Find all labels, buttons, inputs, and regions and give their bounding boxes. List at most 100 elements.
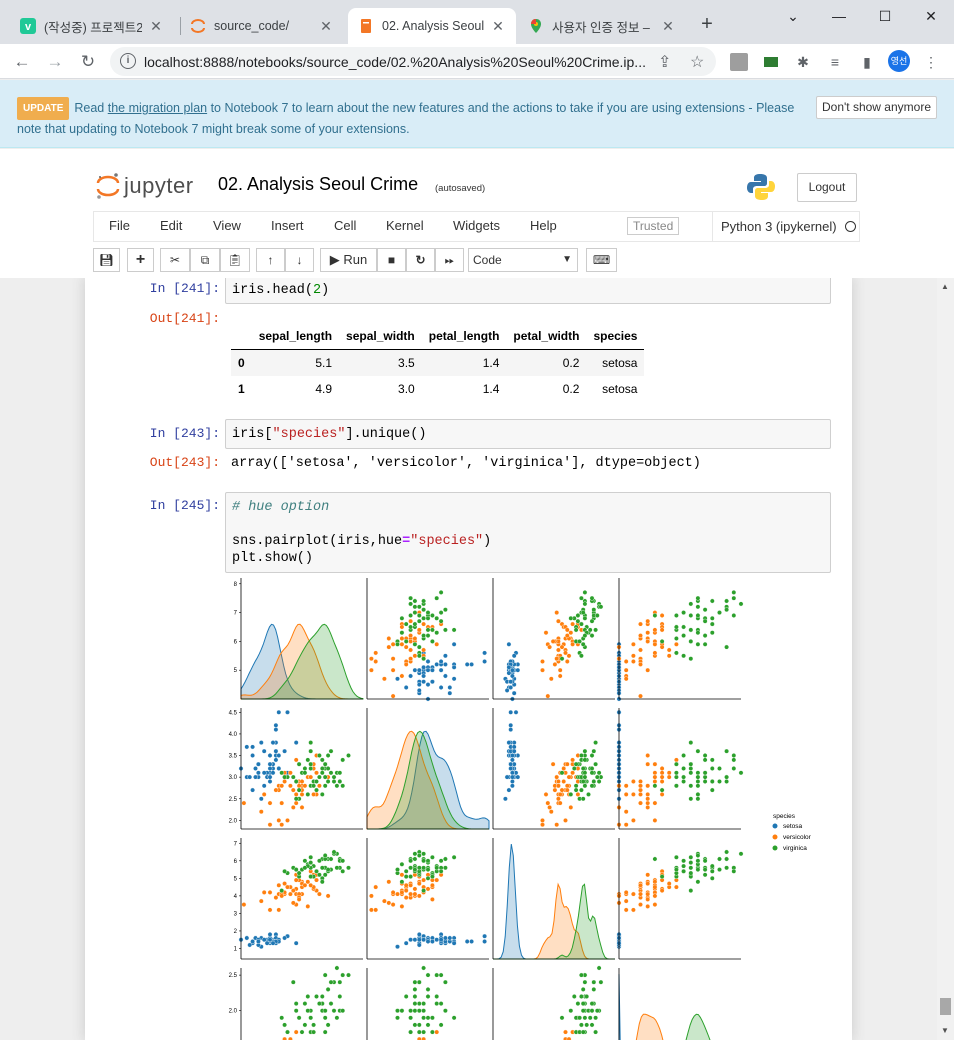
scatter-point-virginica bbox=[305, 994, 311, 999]
scatter-point-virginica bbox=[681, 766, 686, 771]
scatter-point-setosa bbox=[267, 774, 273, 780]
scatter-point-virginica bbox=[589, 1022, 595, 1028]
scatter-point-versicolor bbox=[645, 896, 651, 902]
scatter-point-virginica bbox=[573, 783, 579, 789]
notebook-title[interactable]: 02. Analysis Seoul Crime bbox=[218, 174, 418, 195]
scrollbar-thumb[interactable] bbox=[940, 998, 951, 1015]
scatter-point-virginica bbox=[319, 879, 325, 885]
forward-icon[interactable]: → bbox=[42, 49, 68, 75]
scatter-point-virginica bbox=[673, 624, 679, 630]
scrollbar[interactable]: ▲ ▼ bbox=[937, 278, 954, 1040]
close-icon[interactable]: ✕ bbox=[660, 18, 676, 35]
browser-tab[interactable]: source_code/ ✕ bbox=[180, 8, 344, 44]
browser-tab[interactable]: 사용자 인증 정보 – ✕ bbox=[518, 8, 686, 44]
dont-show-button[interactable]: Don't show anymore bbox=[816, 96, 937, 119]
share-icon[interactable]: ⇪ bbox=[658, 52, 671, 72]
logout-button[interactable]: Logout bbox=[797, 173, 857, 202]
scatter-point-virginica bbox=[346, 972, 351, 978]
jupyter-logo[interactable]: jupyter bbox=[96, 171, 194, 201]
menu-file[interactable]: File bbox=[109, 218, 130, 233]
star-icon[interactable]: ☆ bbox=[690, 52, 704, 72]
run-button[interactable]: ▶ Run bbox=[320, 248, 377, 272]
scatter-point-virginica bbox=[673, 783, 679, 789]
move-down-icon[interactable]: ↓ bbox=[285, 248, 314, 272]
close-icon[interactable]: ✕ bbox=[148, 18, 164, 35]
scatter-point-versicolor bbox=[314, 770, 319, 776]
close-icon[interactable]: ✕ bbox=[490, 18, 506, 35]
scatter-point-versicolor bbox=[543, 791, 549, 797]
menu-widgets[interactable]: Widgets bbox=[453, 218, 500, 233]
sidepanel-icon[interactable]: ▮ bbox=[858, 53, 876, 71]
url-field[interactable]: i localhost:8888/notebooks/source_code/0… bbox=[110, 47, 716, 76]
new-tab-button[interactable]: + bbox=[696, 13, 718, 35]
menu-cell[interactable]: Cell bbox=[334, 218, 356, 233]
maximize-icon[interactable]: ☐ bbox=[862, 4, 908, 28]
scatter-point-setosa bbox=[261, 783, 267, 789]
scatter-point-versicolor bbox=[373, 907, 379, 913]
scatter-point-versicolor bbox=[290, 900, 296, 906]
scroll-down-icon[interactable]: ▼ bbox=[941, 1026, 949, 1035]
kernel-name[interactable]: Python 3 (ipykernel) bbox=[712, 212, 837, 241]
scatter-point-virginica bbox=[659, 787, 665, 793]
screen-icon[interactable] bbox=[762, 53, 780, 71]
scatter-point-virginica bbox=[688, 613, 694, 618]
menu-view[interactable]: View bbox=[213, 218, 241, 233]
scatter-point-virginica bbox=[591, 779, 597, 784]
scatter-point-versicolor bbox=[659, 791, 665, 797]
stop-icon[interactable]: ■ bbox=[377, 248, 406, 272]
scatter-point-virginica bbox=[577, 1015, 582, 1021]
menu-edit[interactable]: Edit bbox=[160, 218, 182, 233]
table-row: 0 5.1 3.5 1.4 0.2 setosa bbox=[231, 349, 645, 376]
scatter-point-virginica bbox=[408, 1008, 414, 1014]
code-cell-input[interactable]: # hue option sns.pairplot(iris,hue="spec… bbox=[225, 492, 831, 573]
keyboard-icon[interactable]: ⌨ bbox=[586, 248, 617, 272]
insert-cell-icon[interactable]: + bbox=[127, 248, 154, 272]
scatter-point-virginica bbox=[709, 621, 715, 627]
extension-avatar-icon[interactable] bbox=[730, 53, 748, 71]
back-icon[interactable]: ← bbox=[9, 49, 35, 75]
kebab-menu-icon[interactable]: ⋮ bbox=[922, 53, 940, 71]
menu-kernel[interactable]: Kernel bbox=[386, 218, 424, 233]
scatter-point-virginica bbox=[403, 874, 409, 879]
cut-icon[interactable]: ✂ bbox=[160, 248, 190, 272]
scatter-point-setosa bbox=[416, 688, 422, 693]
menu-help[interactable]: Help bbox=[530, 218, 557, 233]
scatter-point-virginica bbox=[578, 753, 584, 758]
scatter-point-versicolor bbox=[550, 761, 556, 767]
scatter-point-virginica bbox=[305, 757, 311, 763]
svg-text:v: v bbox=[25, 21, 32, 33]
restart-icon[interactable]: ↻ bbox=[406, 248, 435, 272]
fast-forward-icon[interactable]: ⏩︎ bbox=[435, 248, 464, 272]
browser-tab-active[interactable]: 02. Analysis Seoul C ✕ bbox=[348, 8, 516, 44]
puzzle-icon[interactable]: ✱ bbox=[794, 53, 812, 71]
migration-plan-link[interactable]: the migration plan bbox=[108, 101, 207, 115]
save-icon[interactable]: 💾︎ bbox=[93, 248, 120, 272]
chevron-down-icon[interactable]: ⌄ bbox=[770, 4, 816, 28]
media-icon[interactable]: ≡ bbox=[826, 53, 844, 71]
avatar[interactable]: 영선 bbox=[888, 50, 910, 72]
cell-type-select[interactable]: Code ▼ bbox=[468, 248, 578, 272]
scatter-point-virginica bbox=[322, 1008, 328, 1014]
browser-tab-bar: v (작성중) 프로젝트2 ✕ source_code/ ✕ 02. Analy… bbox=[0, 0, 954, 44]
reload-icon[interactable]: ↻ bbox=[75, 49, 101, 75]
table-cell: 3.0 bbox=[398, 382, 415, 396]
scatter-point-virginica bbox=[416, 644, 422, 650]
minimize-icon[interactable]: — bbox=[816, 4, 862, 28]
window-close-icon[interactable]: ✕ bbox=[908, 4, 954, 28]
pairplot-svg: 5678sepal_length2.02.53.03.54.04.5sepal_… bbox=[214, 578, 812, 1040]
menu-insert[interactable]: Insert bbox=[271, 218, 304, 233]
info-icon[interactable]: i bbox=[120, 53, 136, 69]
copy-icon[interactable]: ⧉ bbox=[190, 248, 220, 272]
paste-icon[interactable]: 📋︎ bbox=[220, 248, 250, 272]
browser-tab[interactable]: v (작성중) 프로젝트2 ✕ bbox=[10, 8, 174, 44]
code-cell-input[interactable]: iris.head(2) bbox=[225, 278, 831, 304]
trusted-indicator[interactable]: Trusted bbox=[627, 217, 680, 235]
scroll-up-icon[interactable]: ▲ bbox=[941, 282, 949, 291]
close-icon[interactable]: ✕ bbox=[318, 18, 334, 35]
move-up-icon[interactable]: ↑ bbox=[256, 248, 285, 272]
scatter-point-virginica bbox=[582, 1015, 588, 1021]
scatter-point-versicolor bbox=[563, 650, 568, 656]
scatter-point-versicolor bbox=[570, 770, 575, 776]
scatter-point-virginica bbox=[331, 774, 337, 780]
code-cell-input[interactable]: iris["species"].unique() bbox=[225, 419, 831, 449]
